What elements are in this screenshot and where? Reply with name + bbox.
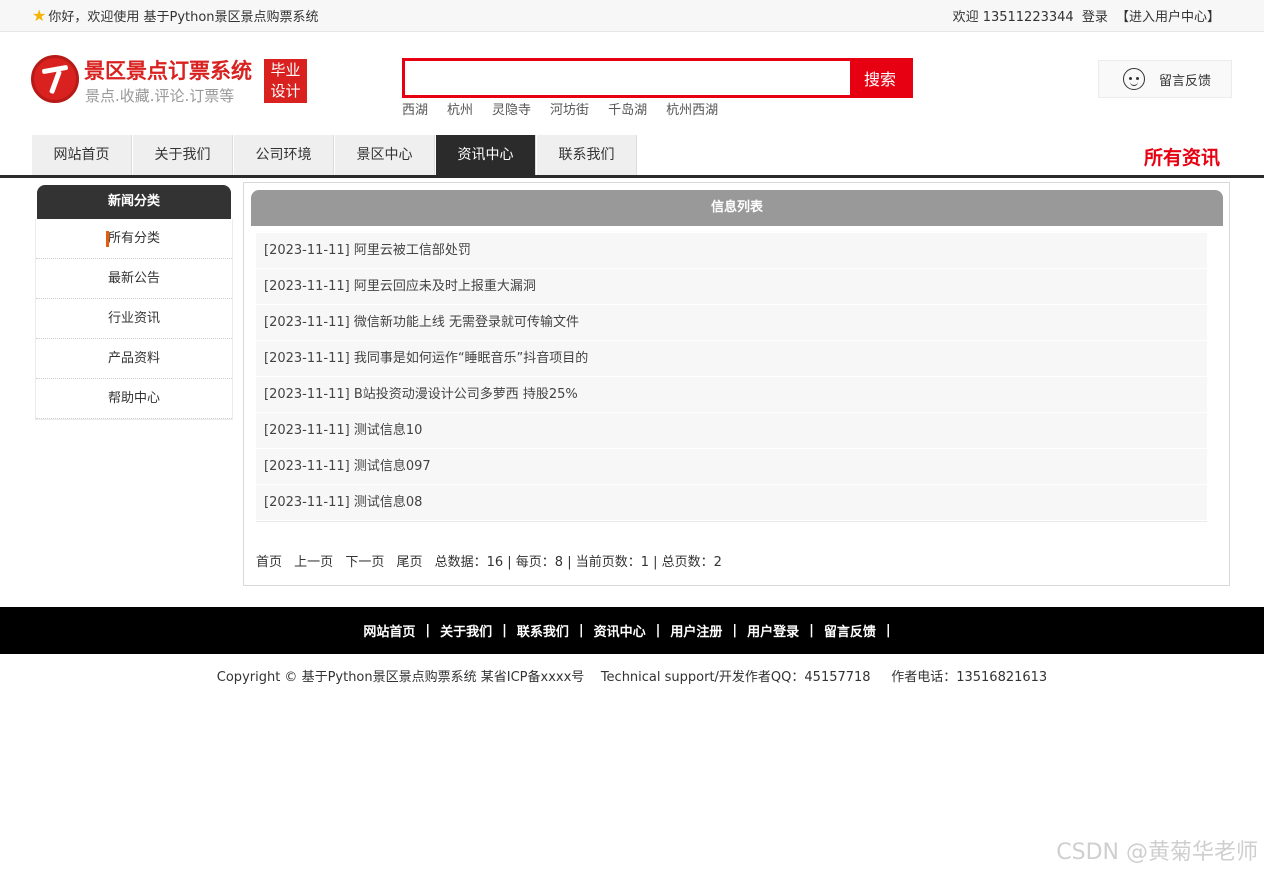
top-bar: ★ 你好，欢迎使用 基于Python景区景点购票系统 欢迎 1351122334… [0,0,1264,32]
footer-links: 网站首页 | 关于我们 | 联系我们 | 资讯中心 | 用户注册 | 用户登录 | 留言反馈… [0,607,1264,654]
star-icon: ★ [32,5,47,25]
list-item[interactable]: [2023-11-11] 我同事是如何运作“睡眠音乐”抖音项目的 [256,341,1207,377]
pager-next[interactable]: 下一页 [345,555,384,570]
sidebar-item-all[interactable]: 所有分类 [36,219,232,259]
user-area: 欢迎 13511223344 登录 【进入用户中心】 [949,6,1220,25]
category-sidebar: 新闻分类 所有分类 最新公告 行业资讯 产品资料 帮助中心 [35,185,233,420]
nav-item-home[interactable]: 网站首页 [32,135,132,175]
list-item[interactable]: [2023-11-11] 微信新功能上线 无需登录就可传输文件 [256,305,1207,341]
list-item[interactable]: [2023-11-11] B站投资动漫设计公司多萝西 持股25% [256,377,1207,413]
logo-title: 景区景点订票系统 [84,59,252,83]
hot-keywords: 西湖 杭州 灵隐寺 河坊街 千岛湖 杭州西湖 [402,99,737,118]
footer-link-home[interactable]: 网站首页 [363,621,415,640]
footer-link-about[interactable]: 关于我们 [440,621,492,640]
hotword-link[interactable]: 西湖 [402,99,428,118]
logo-subtitle: 景点.收藏.评论.订票等 [85,87,235,105]
sidebar-item-industry[interactable]: 行业资讯 [36,299,232,339]
list-item[interactable]: [2023-11-11] 测试信息08 [256,485,1207,521]
copyright-text: Copyright © 基于Python景区景点购票系统 某省ICP备xxxx号… [216,670,1048,685]
user-center-link[interactable]: 【进入用户中心】 [1116,10,1220,25]
nav-item-contact[interactable]: 联系我们 [537,135,637,175]
welcome-area: ★ 你好，欢迎使用 基于Python景区景点购票系统 [32,6,319,25]
hotword-link[interactable]: 杭州 [447,99,473,118]
main-nav: 网站首页 关于我们 公司环境 景区中心 资讯中心 联系我们 [32,135,638,175]
hotword-link[interactable]: 河坊街 [550,99,589,118]
sidebar-item-help[interactable]: 帮助中心 [36,379,232,419]
nav-item-scenic[interactable]: 景区中心 [335,135,435,175]
search-box: 搜索 [402,58,913,98]
nav-divider [0,175,1264,178]
hotword-link[interactable]: 灵隐寺 [492,99,531,118]
footer-link-login[interactable]: 用户登录 [747,621,799,640]
badge-line-1: 毕业 [270,61,301,79]
pagination: 首页 上一页 下一页 尾页 总数据：16 | 每页：8 | 当前页数：1 | 总… [256,551,730,570]
customer-service-icon [1123,68,1145,90]
user-greeting: 欢迎 13511223344 [952,10,1074,25]
footer-link-feedback[interactable]: 留言反馈 [824,621,876,640]
list-item[interactable]: [2023-11-11] 测试信息10 [256,413,1207,449]
footer-link-register[interactable]: 用户注册 [670,621,722,640]
feedback-button[interactable]: 留言反馈 [1098,60,1232,98]
footer-link-contact[interactable]: 联系我们 [517,621,569,640]
list-item[interactable]: [2023-11-11] 阿里云被工信部处罚 [256,233,1207,269]
pager-last[interactable]: 尾页 [396,555,422,570]
watermark: CSDN @黄菊华老师 [1056,840,1258,865]
badge-line-2: 设计 [270,82,301,100]
sidebar-item-notice[interactable]: 最新公告 [36,259,232,299]
section-title: 所有资讯 [1143,147,1220,169]
feedback-label: 留言反馈 [1159,73,1212,89]
search-input[interactable] [405,61,850,95]
nav-item-news[interactable]: 资讯中心 [436,135,536,175]
category-list: 所有分类 最新公告 行业资讯 产品资料 帮助中心 [35,219,233,420]
news-panel: 信息列表 [2023-11-11] 阿里云被工信部处罚 [2023-11-11]… [243,182,1230,586]
hotword-link[interactable]: 杭州西湖 [666,99,718,118]
list-item[interactable]: [2023-11-11] 阿里云回应未及时上报重大漏洞 [256,269,1207,305]
hotword-link[interactable]: 千岛湖 [608,99,647,118]
sidebar-item-product[interactable]: 产品资料 [36,339,232,379]
site-logo[interactable]: 景区景点订票系统 景点.收藏.评论.订票等 毕业 设计 [31,55,311,107]
search-button[interactable]: 搜索 [850,61,910,95]
news-list: [2023-11-11] 阿里云被工信部处罚 [2023-11-11] 阿里云回… [256,233,1207,521]
panel-title: 信息列表 [251,190,1223,226]
nav-item-about[interactable]: 关于我们 [133,135,233,175]
footer-link-news[interactable]: 资讯中心 [594,621,646,640]
sidebar-title: 新闻分类 [37,185,231,219]
pager-summary: 总数据：16 | 每页：8 | 当前页数：1 | 总页数：2 [434,555,722,570]
pager-prev[interactable]: 上一页 [294,555,333,570]
logo-mark-icon [31,55,79,103]
login-link[interactable]: 登录 [1082,10,1108,25]
welcome-text: 你好，欢迎使用 基于Python景区景点购票系统 [48,10,319,25]
pager-first[interactable]: 首页 [256,555,282,570]
nav-item-environment[interactable]: 公司环境 [234,135,334,175]
list-item[interactable]: [2023-11-11] 测试信息097 [256,449,1207,485]
logo-badge: 毕业 设计 [264,59,307,103]
